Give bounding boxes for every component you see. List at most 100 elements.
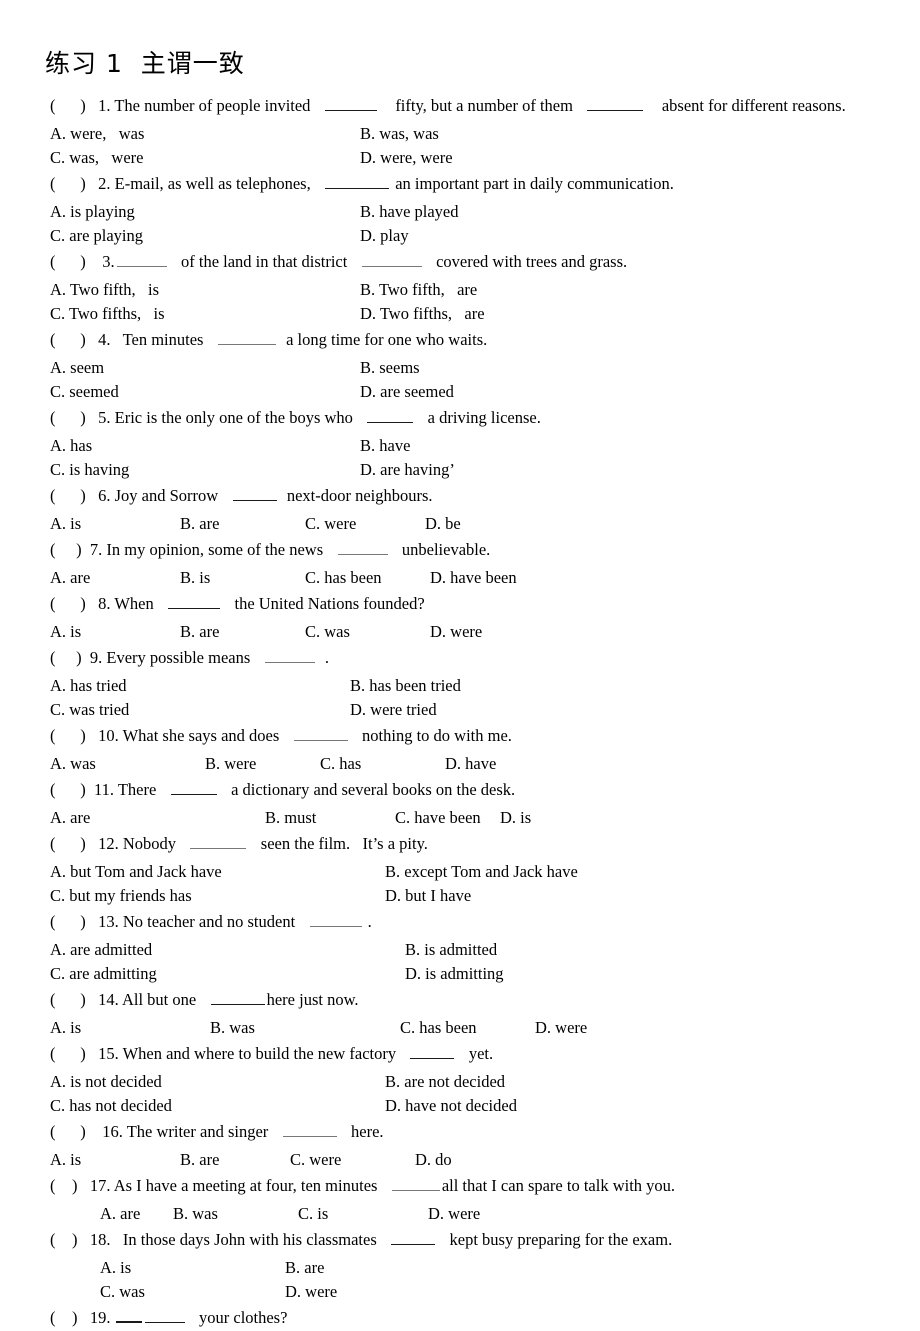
blank-field[interactable] [410,1046,455,1059]
option-d-3[interactable]: D. Two fifths, are [360,302,485,326]
option-c-14[interactable]: C. has been [400,1016,535,1040]
option-b-4[interactable]: B. seems [360,356,420,380]
option-b-9[interactable]: B. has been tried [350,674,461,698]
option-a-4[interactable]: A. seem [50,356,360,380]
option-a-9[interactable]: A. has tried [50,674,350,698]
answer-paren-6[interactable]: ( ) [50,482,86,509]
option-d-4[interactable]: D. are seemed [360,380,454,404]
blank-field[interactable] [391,1232,436,1245]
option-b-15[interactable]: B. are not decided [385,1070,505,1094]
option-b-14[interactable]: B. was [210,1016,400,1040]
option-d-7[interactable]: D. have been [430,566,517,590]
option-a-3[interactable]: A. Two fifth, is [50,278,360,302]
option-c-13[interactable]: C. are admitting [50,962,405,986]
answer-paren-3[interactable]: ( ) [50,248,86,275]
option-c-10[interactable]: C. has [320,752,445,776]
answer-paren-11[interactable]: ( ) [50,776,86,803]
option-c-2[interactable]: C. are playing [50,224,360,248]
option-b-2[interactable]: B. have played [360,200,459,224]
answer-paren-13[interactable]: ( ) [50,908,86,935]
option-d-11[interactable]: D. is [500,806,531,830]
option-c-8[interactable]: C. was [305,620,430,644]
option-d-9[interactable]: D. were tried [350,698,437,722]
option-d-6[interactable]: D. be [425,512,461,536]
answer-paren-15[interactable]: ( ) [50,1040,86,1067]
answer-paren-14[interactable]: ( ) [50,986,86,1013]
option-b-6[interactable]: B. are [180,512,305,536]
option-a-1[interactable]: A. were, was [50,122,360,146]
option-c-18[interactable]: C. was [100,1280,285,1304]
option-b-10[interactable]: B. were [205,752,320,776]
option-b-7[interactable]: B. is [180,566,305,590]
blank-field[interactable] [361,255,422,267]
blank-field[interactable] [190,837,247,849]
option-d-8[interactable]: D. were [430,620,482,644]
option-a-15[interactable]: A. is not decided [50,1070,385,1094]
blank-field[interactable] [282,1125,337,1137]
option-c-12[interactable]: C. but my friends has [50,884,385,908]
option-d-2[interactable]: D. play [360,224,409,248]
blank-field[interactable] [337,543,388,555]
option-c-1[interactable]: C. was, were [50,146,360,170]
blank-field[interactable] [168,596,221,609]
answer-paren-9[interactable]: ( ) [50,644,82,671]
option-b-8[interactable]: B. are [180,620,305,644]
answer-paren-4[interactable]: ( ) [50,326,86,353]
option-a-5[interactable]: A. has [50,434,360,458]
answer-paren-2[interactable]: ( ) [50,170,86,197]
answer-paren-8[interactable]: ( ) [50,590,86,617]
option-a-7[interactable]: A. are [50,566,180,590]
option-d-10[interactable]: D. have [445,752,496,776]
option-c-3[interactable]: C. Two fifths, is [50,302,360,326]
answer-paren-12[interactable]: ( ) [50,830,86,857]
option-a-8[interactable]: A. is [50,620,180,644]
answer-paren-18[interactable]: ( ) [50,1226,78,1253]
option-b-1[interactable]: B. was, was [360,122,439,146]
option-b-5[interactable]: B. have [360,434,410,458]
blank-field[interactable] [587,98,644,111]
option-d-5[interactable]: D. are having’ [360,458,455,482]
option-c-9[interactable]: C. was tried [50,698,350,722]
blank-field[interactable] [210,992,265,1005]
answer-paren-16[interactable]: ( ) [50,1118,86,1145]
blank-field[interactable] [116,255,167,267]
option-c-5[interactable]: C. is having [50,458,360,482]
blank-field[interactable] [264,651,315,663]
option-a-6[interactable]: A. is [50,512,180,536]
option-d-15[interactable]: D. have not decided [385,1094,517,1118]
option-a-16[interactable]: A. is [50,1148,180,1172]
option-c-17[interactable]: C. is [298,1202,428,1226]
option-b-3[interactable]: B. Two fifth, are [360,278,477,302]
option-b-12[interactable]: B. except Tom and Jack have [385,860,578,884]
blank-field[interactable] [367,410,414,423]
blank-field[interactable] [170,782,217,795]
blank-field[interactable] [391,1179,440,1191]
option-d-14[interactable]: D. were [535,1016,587,1040]
blank-field[interactable] [309,915,362,927]
blank-field[interactable] [293,729,348,741]
blank-field[interactable] [325,176,390,189]
option-a-12[interactable]: A. but Tom and Jack have [50,860,385,884]
blank-field[interactable] [232,488,277,501]
option-a-11[interactable]: A. are [50,806,265,830]
option-c-15[interactable]: C. has not decided [50,1094,385,1118]
option-b-13[interactable]: B. is admitted [405,938,497,962]
answer-paren-17[interactable]: ( ) [50,1172,78,1199]
option-a-13[interactable]: A. are admitted [50,938,405,962]
option-d-17[interactable]: D. were [428,1202,480,1226]
answer-paren-5[interactable]: ( ) [50,404,86,431]
option-d-18[interactable]: D. were [285,1280,337,1304]
option-b-18[interactable]: B. are [285,1256,324,1280]
option-a-18[interactable]: A. is [100,1256,285,1280]
option-d-16[interactable]: D. do [415,1148,452,1172]
answer-paren-19[interactable]: ( ) [50,1304,78,1331]
option-a-14[interactable]: A. is [50,1016,210,1040]
option-a-2[interactable]: A. is playing [50,200,360,224]
answer-paren-1[interactable]: ( ) [50,92,86,119]
answer-paren-10[interactable]: ( ) [50,722,86,749]
option-c-4[interactable]: C. seemed [50,380,360,404]
option-c-7[interactable]: C. has been [305,566,430,590]
blank-field[interactable] [144,1310,185,1323]
option-c-11[interactable]: C. have been [395,806,500,830]
option-c-6[interactable]: C. were [305,512,425,536]
